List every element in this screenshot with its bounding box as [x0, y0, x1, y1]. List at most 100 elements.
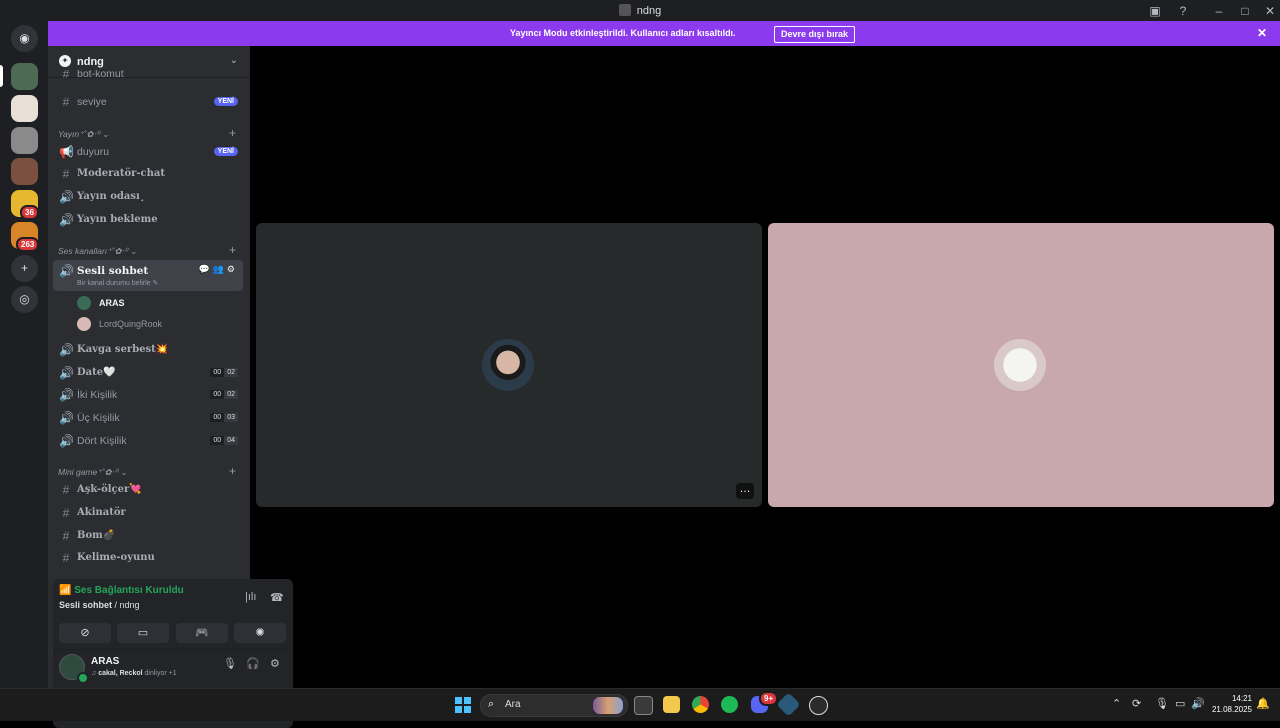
title-bar: ndng ▣ ? – □ ✕: [0, 0, 1280, 21]
add-channel-icon[interactable]: +: [229, 126, 236, 140]
channel-dort-kisilik[interactable]: 🔊 Dört Kişilik 00 04: [53, 431, 243, 452]
network-icon[interactable]: ▭: [1175, 697, 1185, 710]
server-2[interactable]: [11, 95, 38, 122]
server-ndng[interactable]: [11, 63, 38, 90]
camera-off-button[interactable]: ⊘: [59, 623, 111, 643]
add-server-icon[interactable]: +: [11, 255, 38, 282]
server-name: ndng: [77, 56, 104, 68]
channel-ask-olcer[interactable]: # Aşk-ölçer💘: [53, 480, 243, 501]
avatar: [77, 296, 91, 310]
chrome-icon[interactable]: [692, 696, 709, 713]
category-yayin[interactable]: Yayın⁺˚✿‧⁰ ⌄ +: [58, 126, 238, 142]
windows-start-icon[interactable]: [455, 697, 471, 713]
sync-icon[interactable]: ⟳: [1132, 697, 1141, 710]
speaker-icon: 🔊: [59, 264, 74, 278]
voice-channel-link[interactable]: Sesli sohbet / ndng: [59, 600, 140, 610]
category-label: Ses kanalları⁺˚✿‧⁰ ⌄: [58, 246, 138, 256]
add-channel-icon[interactable]: +: [229, 243, 236, 257]
noise-suppression-icon[interactable]: |ılı: [245, 591, 256, 603]
close-icon[interactable]: ✕: [1257, 26, 1267, 40]
online-status-dot: [77, 672, 89, 684]
gear-icon[interactable]: ⚙: [227, 264, 238, 274]
channel-kelime-oyunu[interactable]: # Kelime-oyunu: [53, 548, 243, 569]
gear-icon[interactable]: ⚙: [270, 657, 280, 670]
volume-icon[interactable]: 🔊: [1191, 697, 1205, 710]
search-icon: ⌕: [488, 698, 495, 710]
channel-moderator-chat[interactable]: # Moderatör-chat: [53, 164, 243, 185]
add-channel-icon[interactable]: +: [229, 464, 236, 478]
username[interactable]: ARAS: [91, 656, 119, 667]
speaker-icon: 🔊: [59, 411, 74, 425]
disable-streamer-mode-button[interactable]: Devre dışı bırak: [774, 26, 856, 43]
avatar: [994, 339, 1046, 391]
task-view-icon[interactable]: [634, 696, 653, 715]
taskbar-search[interactable]: ⌕ Ara: [480, 694, 628, 717]
user-limit-badge: 00 02: [210, 390, 238, 399]
speaker-icon: 🔊: [59, 213, 74, 227]
channel-iki-kisilik[interactable]: 🔊 İki Kişilik 00 02: [53, 385, 243, 406]
speaker-icon: 🔊: [59, 388, 74, 402]
channel-yayin-bekleme[interactable]: 🔊 Yayın bekleme: [53, 210, 243, 231]
microphone-icon[interactable]: 🎙: [223, 657, 237, 670]
close-window-icon[interactable]: ✕: [1262, 3, 1278, 19]
channel-uc-kisilik[interactable]: 🔊 Üç Kişilik 00 03: [53, 408, 243, 429]
chat-icon[interactable]: 💬: [198, 264, 212, 274]
app-icon[interactable]: [776, 692, 801, 717]
megaphone-icon: 📢: [59, 145, 74, 159]
inbox-icon[interactable]: ▣: [1147, 3, 1163, 19]
maximize-icon[interactable]: □: [1237, 3, 1253, 19]
speaker-icon: 🔊: [59, 343, 74, 357]
category-ses[interactable]: Ses kanalları⁺˚✿‧⁰ ⌄ +: [58, 243, 238, 259]
channel-seviye[interactable]: # seviye YENİ: [53, 92, 243, 113]
spotify-icon[interactable]: [721, 696, 738, 713]
screen-share-button[interactable]: ▭: [117, 623, 169, 643]
channel-status[interactable]: Bir kanal durumu belirle ✎: [77, 279, 158, 287]
new-badge: YENİ: [213, 97, 238, 106]
channel-duyuru[interactable]: 📢 duyuru YENİ: [53, 142, 243, 163]
notification-bell-icon[interactable]: 🔔: [1256, 697, 1270, 710]
channel-kavga-serbest[interactable]: 🔊 Kavga serbest💥: [53, 340, 243, 361]
hash-icon: #: [62, 70, 70, 81]
server-shield-icon: ✦: [59, 55, 71, 67]
soundboard-button[interactable]: ✺: [234, 623, 286, 643]
channel-bom[interactable]: # Bom💣: [53, 526, 243, 547]
headphones-icon[interactable]: 🎧: [246, 657, 260, 670]
mention-badge: 36: [20, 205, 39, 220]
video-tile-lordquingrook[interactable]: [768, 223, 1274, 507]
hash-icon: #: [62, 95, 70, 109]
notification-badge: 9+: [759, 691, 779, 706]
file-explorer-icon[interactable]: [663, 696, 680, 713]
speaker-icon: 🔊: [59, 190, 74, 204]
discord-home-icon[interactable]: ◉: [11, 25, 38, 52]
disconnect-icon[interactable]: ☎: [270, 591, 284, 604]
server-3[interactable]: [11, 127, 38, 154]
channel-sesli-sohbet[interactable]: 🔊 Sesli sohbet Bir kanal durumu belirle …: [53, 260, 243, 291]
window-title: ndng: [0, 4, 1280, 17]
category-label: Yayın⁺˚✿‧⁰ ⌄: [58, 129, 110, 139]
category-mini-game[interactable]: Mini game⁺˚✿‧⁰ ⌄ +: [58, 464, 238, 480]
channel-akinator[interactable]: # Akinatör: [53, 503, 243, 524]
help-icon[interactable]: ?: [1175, 3, 1191, 19]
more-options-icon[interactable]: …: [736, 483, 754, 499]
channel-yayin-odasi[interactable]: 🔊 Yayın odası¸: [53, 187, 243, 208]
voice-member[interactable]: LordQuingRook: [77, 315, 237, 333]
channel-date[interactable]: 🔊 Date🤍 00 02: [53, 363, 243, 384]
server-rail: ◉ 36 263 + ◎: [0, 21, 48, 688]
chevron-up-icon[interactable]: ⌃: [1112, 697, 1121, 710]
explore-icon[interactable]: ◎: [11, 286, 38, 313]
hash-icon: #: [62, 506, 70, 520]
voice-status[interactable]: 📶 Ses Bağlantısı Kuruldu: [59, 585, 184, 596]
clock[interactable]: 14:21 21.08.2025: [1212, 693, 1252, 715]
minimize-icon[interactable]: –: [1211, 3, 1227, 19]
invite-icon[interactable]: 👥: [213, 264, 227, 274]
video-tile-aras[interactable]: …: [256, 223, 762, 507]
hash-icon: #: [62, 529, 70, 543]
steam-icon[interactable]: [809, 696, 828, 715]
voice-member[interactable]: ARAS: [77, 294, 237, 312]
channel-bot-komut[interactable]: # bot-komut: [53, 70, 243, 84]
hash-icon: #: [62, 167, 70, 181]
chevron-down-icon[interactable]: ⌄: [230, 55, 238, 66]
activities-button[interactable]: 🎮: [176, 623, 228, 643]
server-4[interactable]: [11, 158, 38, 185]
microphone-icon[interactable]: 🎙: [1155, 697, 1169, 710]
